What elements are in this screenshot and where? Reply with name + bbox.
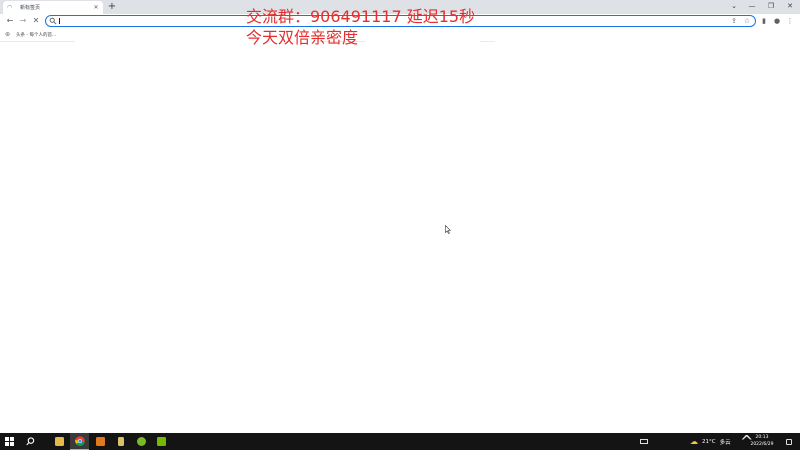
back-button[interactable]: ← (4, 15, 16, 27)
divider (480, 41, 495, 42)
weather-desc: 多云 (719, 439, 731, 446)
app-yellow-icon[interactable] (111, 433, 130, 450)
search-icon[interactable] (21, 433, 40, 450)
tab-title: 新标签页 (20, 5, 41, 11)
tab-search-button[interactable]: ⌄ (725, 0, 743, 12)
app-green-circle-icon[interactable] (132, 433, 151, 450)
tab-close-icon[interactable]: ✕ (93, 4, 99, 11)
network-icon[interactable] (640, 433, 648, 450)
windows-taskbar: ☁ 21°C 多云 ^ 20:13 2022/6/29 (0, 432, 800, 451)
overlay-promo-text: 今天双倍亲密度 (246, 28, 359, 47)
forward-button[interactable]: → (17, 15, 29, 27)
bookmarks-bar: ⊛ 头条 - 每个人的首... (0, 29, 800, 42)
menu-icon[interactable]: ⋮ (784, 15, 796, 27)
weather-temp: 21°C (702, 438, 716, 445)
profile-icon[interactable]: ● (771, 15, 783, 27)
toutiao-icon: ⊛ (5, 31, 11, 38)
text-caret (59, 18, 60, 24)
side-panel-icon[interactable]: ▮ (758, 15, 770, 27)
clock[interactable]: 20:13 2022/6/29 (746, 434, 778, 448)
clock-date: 2022/6/29 (750, 442, 774, 447)
new-tab-button[interactable]: + (107, 1, 117, 13)
bookmark-star-icon[interactable]: ☆ (742, 16, 752, 26)
nvidia-icon[interactable] (152, 433, 171, 450)
share-icon[interactable]: ⇪ (729, 16, 739, 26)
weather-widget[interactable]: ☁ 21°C 多云 (690, 433, 731, 450)
minimize-button[interactable]: — (743, 0, 761, 12)
cloudy-weather-icon: ☁ (690, 437, 698, 446)
close-window-button[interactable]: ✕ (781, 0, 799, 12)
file-explorer-icon[interactable] (50, 433, 69, 450)
app-orange-icon[interactable] (91, 433, 110, 450)
tab-new-tab[interactable]: ◠ 新标签页 ✕ (3, 1, 103, 14)
clock-time: 20:13 (755, 435, 769, 440)
loading-spinner-icon: ◠ (7, 4, 13, 11)
restore-button[interactable]: ❐ (762, 0, 780, 12)
windows-start-icon[interactable] (0, 433, 19, 450)
stop-loading-button[interactable]: ✕ (30, 15, 42, 27)
chrome-icon[interactable] (70, 433, 89, 450)
bookmark-toutiao[interactable]: ⊛ 头条 - 每个人的首... (5, 31, 56, 38)
bookmark-label: 头条 - 每个人的首... (16, 32, 57, 38)
mouse-cursor-icon (445, 225, 451, 234)
divider (0, 41, 75, 42)
search-icon (49, 17, 57, 25)
notification-icon[interactable] (786, 433, 792, 450)
